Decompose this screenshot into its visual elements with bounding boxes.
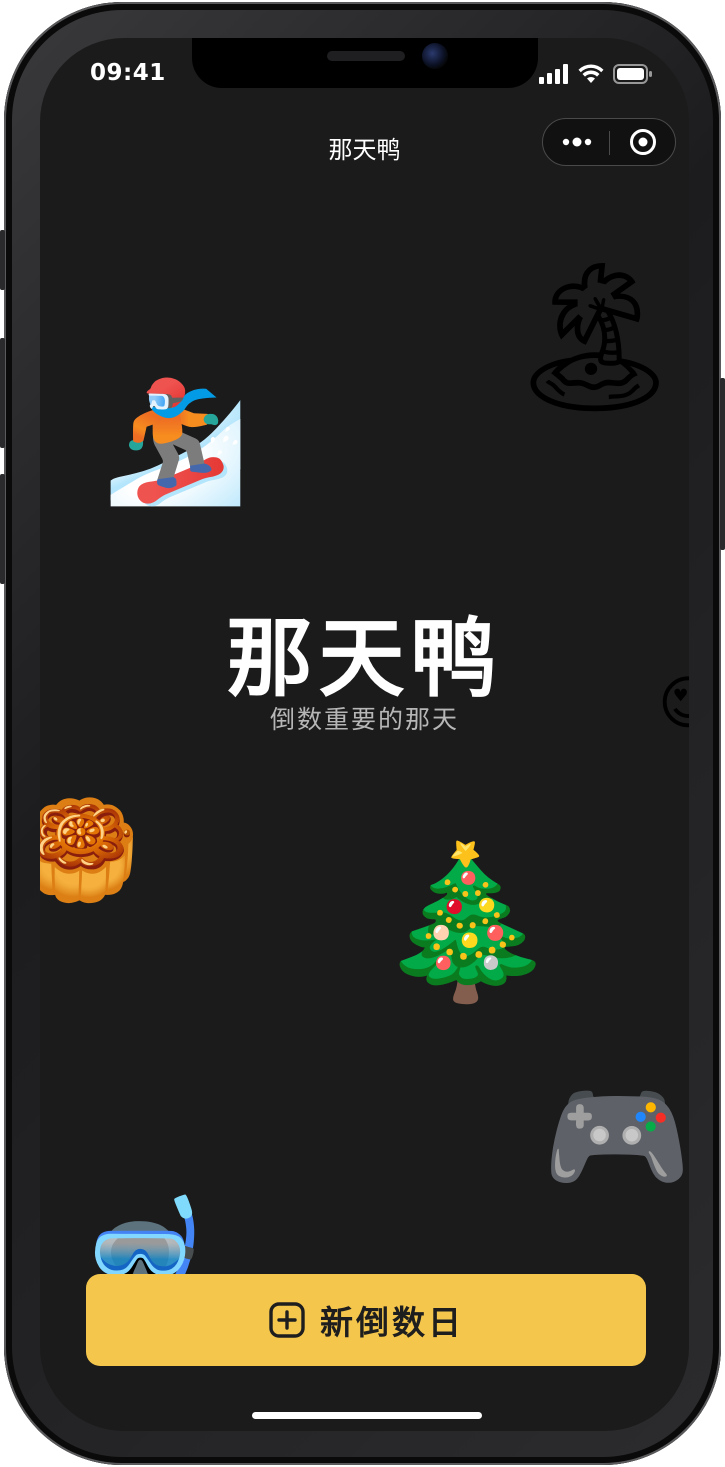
snowboarder-emoji: 🏂 <box>102 372 249 510</box>
hero-subtitle: 倒数重要的那天 <box>269 705 459 734</box>
status-icons <box>539 64 653 84</box>
new-countdown-button[interactable]: 新倒数日 <box>86 1274 646 1366</box>
power-button <box>720 378 725 550</box>
status-time: 09:41 <box>90 60 166 86</box>
front-camera <box>422 43 448 69</box>
home-indicator[interactable] <box>252 1412 482 1419</box>
battery-icon <box>613 64 652 84</box>
christmas-tree-emoji: 🎄 <box>374 836 559 1008</box>
phone-frame: 09:41 那天鸭 🏝 🏂 😍 🥮 🎄 🎮 🤿 那天鸭 倒数重要的那天 新倒数日 <box>0 2 725 1465</box>
more-dots-icon <box>562 137 592 147</box>
close-target-icon <box>630 129 656 155</box>
new-countdown-label: 新倒数日 <box>320 1303 464 1342</box>
close-button[interactable] <box>610 119 676 165</box>
miniprogram-capsule <box>542 118 676 166</box>
mooncake-emoji: 🥮 <box>40 794 140 906</box>
plus-square-icon <box>269 1302 305 1338</box>
notch <box>192 38 538 88</box>
wifi-icon <box>578 64 604 83</box>
game-controller-emoji: 🎮 <box>542 1068 689 1207</box>
beach-umbrella-emoji: 🏝 <box>502 252 688 422</box>
hero-title: 那天鸭 <box>226 609 503 709</box>
volume-up-button <box>0 338 5 448</box>
earpiece-speaker <box>327 51 405 61</box>
app-screen: 09:41 那天鸭 🏝 🏂 😍 🥮 🎄 🎮 🤿 那天鸭 倒数重要的那天 新倒数日 <box>40 38 689 1431</box>
silent-switch <box>0 230 5 290</box>
more-button[interactable] <box>543 119 609 165</box>
signal-icon <box>539 64 568 84</box>
volume-down-button <box>0 474 5 584</box>
